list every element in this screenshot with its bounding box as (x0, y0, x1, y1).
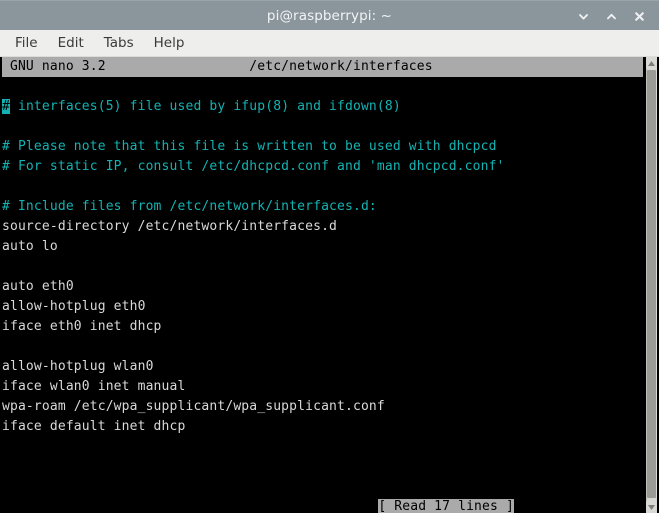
editor-content[interactable]: # interfaces(5) file used by ifup(8) and… (2, 97, 643, 437)
editor-line-text (2, 339, 10, 354)
scroll-up-icon[interactable] (646, 57, 657, 69)
menu-item-edit[interactable]: Edit (48, 33, 94, 53)
editor-line-text: # For static IP, consult /etc/dhcpcd.con… (2, 159, 505, 174)
editor-line: wpa-roam /etc/wpa_supplicant/wpa_supplic… (2, 397, 643, 417)
nano-status-line: [ Read 17 lines ] (2, 497, 643, 513)
maximize-button[interactable] (597, 2, 625, 30)
menubar: File Edit Tabs Help (0, 30, 659, 57)
editor-line: allow-hotplug wlan0 (2, 357, 643, 377)
editor-line-text: source-directory /etc/network/interfaces… (2, 219, 338, 234)
scrollbar-thumb[interactable] (647, 70, 656, 498)
text-cursor: # (2, 99, 10, 114)
chevron-down-icon (577, 10, 590, 23)
nano-editor[interactable]: GNU nano 3.2 /etc/network/interfaces # i… (0, 57, 643, 513)
editor-line-text: iface wlan0 inet manual (2, 379, 186, 394)
editor-line-text: iface eth0 inet dhcp (2, 319, 162, 334)
editor-line (2, 337, 643, 357)
editor-line-text: # Include files from /etc/network/interf… (2, 199, 377, 214)
editor-line: # Include files from /etc/network/interf… (2, 197, 643, 217)
close-icon (633, 10, 646, 23)
editor-blank-line (2, 77, 643, 97)
editor-line: source-directory /etc/network/interfaces… (2, 217, 643, 237)
editor-line (2, 257, 643, 277)
editor-line (2, 177, 643, 197)
editor-line: # For static IP, consult /etc/dhcpcd.con… (2, 157, 643, 177)
close-button[interactable] (625, 2, 653, 30)
terminal-scrollbar[interactable] (643, 57, 659, 513)
editor-line: iface wlan0 inet manual (2, 377, 643, 397)
minimize-button[interactable] (569, 2, 597, 30)
editor-empty-line (2, 457, 643, 477)
editor-line-text: # Please note that this file is written … (2, 139, 497, 154)
editor-line-text: interfaces(5) file used by ifup(8) and i… (9, 99, 401, 114)
menu-item-file[interactable]: File (5, 33, 48, 53)
editor-line: # Please note that this file is written … (2, 137, 643, 157)
scroll-down-icon[interactable] (646, 501, 657, 513)
editor-line-text: allow-hotplug wlan0 (2, 359, 154, 374)
editor-line: # interfaces(5) file used by ifup(8) and… (2, 97, 643, 117)
window-titlebar[interactable]: pi@raspberrypi: ~ (0, 0, 659, 30)
terminal-window: pi@raspberrypi: ~ File Edit Tabs Help GN… (0, 0, 659, 513)
editor-line: allow-hotplug eth0 (2, 297, 643, 317)
window-controls (569, 1, 653, 31)
editor-line-text: wpa-roam /etc/wpa_supplicant/wpa_supplic… (2, 399, 385, 414)
editor-line-text: iface default inet dhcp (2, 419, 186, 434)
editor-line-text: auto eth0 (2, 279, 74, 294)
editor-line: iface eth0 inet dhcp (2, 317, 643, 337)
terminal-body[interactable]: GNU nano 3.2 /etc/network/interfaces # i… (0, 57, 659, 513)
editor-line-text (2, 259, 10, 274)
editor-line-text (2, 119, 10, 134)
editor-line: auto lo (2, 237, 643, 257)
editor-line-text (2, 179, 10, 194)
editor-line: iface default inet dhcp (2, 417, 643, 437)
menu-item-tabs[interactable]: Tabs (94, 33, 144, 53)
editor-line: auto eth0 (2, 277, 643, 297)
chevron-up-icon (605, 10, 618, 23)
editor-empty-line (2, 477, 643, 497)
menu-item-help[interactable]: Help (144, 33, 195, 53)
editor-filler (2, 437, 643, 497)
window-title: pi@raspberrypi: ~ (266, 7, 393, 24)
editor-line (2, 117, 643, 137)
status-message: [ Read 17 lines ] (378, 499, 514, 513)
editor-line-text: allow-hotplug eth0 (2, 299, 146, 314)
editor-line-text: auto lo (2, 239, 58, 254)
nano-header: GNU nano 3.2 /etc/network/interfaces (2, 57, 643, 77)
editor-empty-line (2, 437, 643, 457)
